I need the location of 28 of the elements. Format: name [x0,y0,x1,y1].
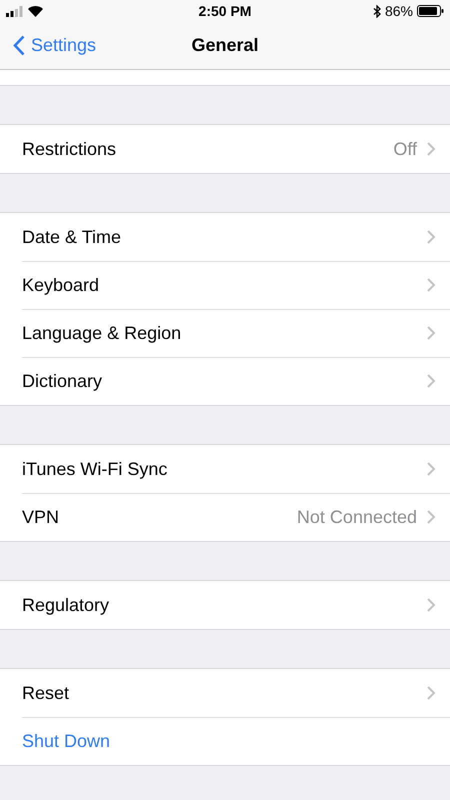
settings-row[interactable]: Language & Region [0,309,450,357]
battery-icon [417,5,444,17]
settings-row[interactable]: iTunes Wi-Fi Sync [0,445,450,493]
chevron-icon [427,686,435,700]
bluetooth-icon [372,4,381,18]
status-time: 2:50 PM [198,3,252,19]
settings-row[interactable]: Reset [0,669,450,717]
chevron-icon [427,278,435,292]
chevron-icon [427,510,435,524]
settings-row[interactable]: Restrictions Off [0,125,450,173]
back-chevron-icon [13,35,25,56]
settings-row[interactable]: VPN Not Connected [0,493,450,541]
wifi-icon [28,6,43,16]
battery-percent: 86% [384,3,413,19]
back-button[interactable]: Settings [0,35,96,56]
chevron-icon [427,462,435,476]
chevron-icon [427,598,435,612]
settings-row[interactable]: Date & Time [0,213,450,261]
nav-title: General [191,35,259,56]
action-row[interactable]: Shut Down [0,717,450,765]
chevron-icon [427,374,435,388]
settings-row[interactable]: Dictionary [0,357,450,405]
signal-icon [6,6,23,16]
chevron-icon [427,326,435,340]
settings-row[interactable]: Keyboard [0,261,450,309]
settings-row[interactable]: Regulatory [0,581,450,629]
chevron-icon [427,142,435,156]
chevron-icon [427,230,435,244]
